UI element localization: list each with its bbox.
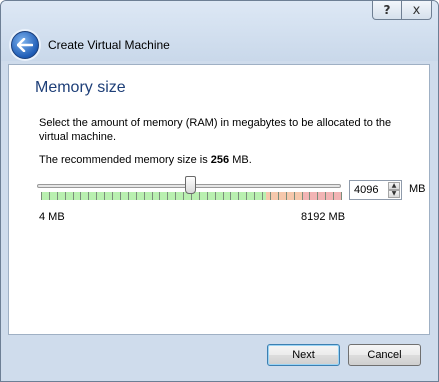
slider-tick: [41, 192, 42, 200]
wizard-page: Memory size Select the amount of memory …: [8, 64, 430, 335]
slider-tick: [317, 192, 318, 200]
slider-tick: [294, 192, 295, 200]
slider-tick: [333, 192, 334, 200]
close-icon: x: [412, 2, 421, 18]
recommend-prefix: The recommended memory size is: [39, 154, 211, 166]
slider-tick: [325, 192, 326, 200]
chevron-up-icon: ▲: [391, 182, 397, 189]
caption-buttons: ? x: [372, 1, 432, 20]
recommend-suffix: MB.: [229, 154, 252, 166]
slider-tick: [270, 192, 271, 200]
slider-tick: [286, 192, 287, 200]
slider-tick: [128, 192, 129, 200]
help-button[interactable]: ?: [372, 1, 402, 20]
recommended-memory-text: The recommended memory size is 256 MB.: [39, 154, 252, 166]
memory-min-label: 4 MB: [39, 211, 65, 223]
slider-tick: [73, 192, 74, 200]
slider-tick: [341, 192, 342, 200]
slider-tick: [152, 192, 153, 200]
memory-spinbox[interactable]: ▲ ▼: [349, 180, 402, 200]
slider-zone-safe: [41, 192, 266, 200]
slider-tick: [80, 192, 81, 200]
help-icon: ?: [383, 3, 391, 17]
back-arrow-icon: [17, 38, 33, 52]
next-button[interactable]: Next: [267, 344, 340, 366]
slider-tick: [144, 192, 145, 200]
slider-tick: [88, 192, 89, 200]
slider-tick: [49, 192, 50, 200]
close-button[interactable]: x: [402, 1, 432, 20]
slider-tick: [230, 192, 231, 200]
slider-tick: [199, 192, 200, 200]
wizard-header: Create Virtual Machine: [2, 26, 437, 64]
memory-max-label: 8192 MB: [301, 211, 346, 223]
slider-tick: [183, 192, 184, 200]
spin-up-button[interactable]: ▲: [388, 182, 400, 190]
memory-input[interactable]: [350, 181, 388, 199]
page-description: Select the amount of memory (RAM) in meg…: [39, 117, 392, 143]
page-title: Memory size: [35, 79, 126, 96]
slider-tick: [120, 192, 121, 200]
slider-tick: [246, 192, 247, 200]
slider-tick: [159, 192, 160, 200]
slider-tick: [254, 192, 255, 200]
slider-tick: [112, 192, 113, 200]
slider-zone-warning: [265, 192, 304, 200]
memory-unit-label: MB: [409, 183, 426, 195]
recommended-value: 256: [210, 154, 230, 166]
slider-tick: [207, 192, 208, 200]
slider-tick: [215, 192, 216, 200]
memory-slider-handle[interactable]: [184, 176, 196, 194]
slider-tick: [309, 192, 310, 200]
back-button[interactable]: [11, 31, 39, 59]
slider-tick: [104, 192, 105, 200]
spin-down-button[interactable]: ▼: [388, 190, 400, 198]
slider-tick: [57, 192, 58, 200]
slider-tick: [65, 192, 66, 200]
cancel-button[interactable]: Cancel: [348, 344, 421, 366]
slider-tick: [262, 192, 263, 200]
next-button-label: Next: [292, 349, 315, 361]
chevron-down-icon: ▼: [391, 190, 397, 197]
slider-tick: [136, 192, 137, 200]
slider-tick: [302, 192, 303, 200]
slider-tick: [278, 192, 279, 200]
create-vm-dialog: ? x Create Virtual Machine Memory size S…: [0, 0, 439, 382]
slider-tick: [167, 192, 168, 200]
dialog-title: Create Virtual Machine: [48, 38, 170, 52]
slider-tick: [223, 192, 224, 200]
slider-tick: [175, 192, 176, 200]
cancel-button-label: Cancel: [367, 349, 402, 361]
slider-tick: [96, 192, 97, 200]
slider-tick: [238, 192, 239, 200]
